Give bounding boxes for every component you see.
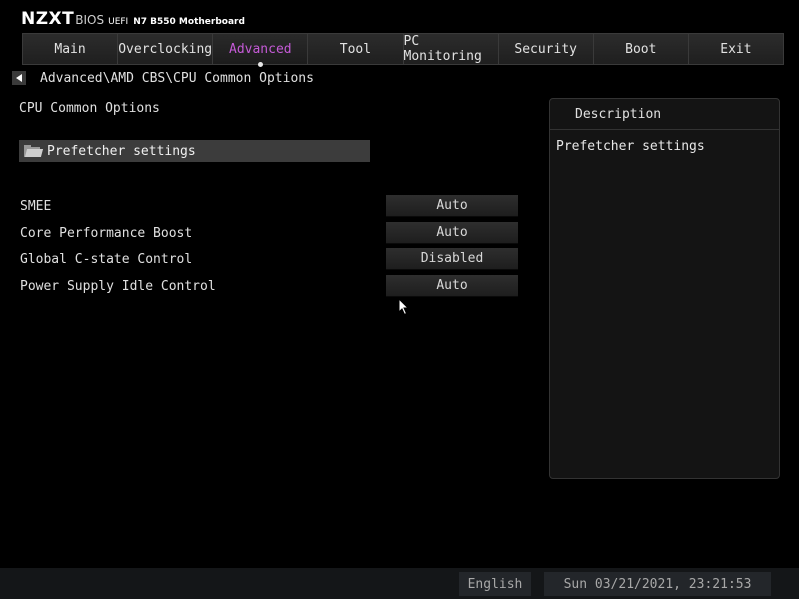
back-button[interactable] [12, 71, 26, 85]
status-bar: English Sun 03/21/2021, 23:21:53 [0, 568, 799, 599]
tab-pc-monitoring[interactable]: PC Monitoring [403, 34, 499, 64]
uefi-label: UEFI [108, 17, 129, 27]
language-selector[interactable]: English [459, 572, 531, 596]
folder-icon [24, 145, 44, 157]
model-name: N7 B550 Motherboard [133, 17, 245, 27]
description-text: Prefetcher settings [556, 139, 705, 154]
breadcrumb: Advanced\AMD CBS\CPU Common Options [12, 70, 314, 86]
setting-label: SMEE [20, 198, 52, 214]
setting-label: Power Supply Idle Control [20, 278, 216, 294]
main-tab-bar: Main Overclocking Advanced Tool PC Monit… [22, 33, 784, 67]
tab-overclocking[interactable]: Overclocking [118, 34, 214, 64]
breadcrumb-path: Advanced\AMD CBS\CPU Common Options [40, 70, 314, 86]
brand-logo: NZXT [21, 9, 75, 29]
submenu-label: Prefetcher settings [47, 143, 196, 159]
description-panel: Description Prefetcher settings [549, 98, 780, 479]
setting-value-button[interactable]: Auto [386, 275, 518, 297]
description-title: Description [550, 99, 779, 130]
setting-value-button[interactable]: Auto [386, 195, 518, 217]
tab-tool[interactable]: Tool [308, 34, 404, 64]
bios-logo: NZXT BIOS UEFI N7 B550 Motherboard [21, 9, 245, 29]
tab-advanced[interactable]: Advanced [213, 34, 309, 67]
tab-boot[interactable]: Boot [593, 34, 689, 64]
bios-label: BIOS [75, 13, 105, 27]
tab-main[interactable]: Main [23, 34, 119, 64]
setting-value-button[interactable]: Auto [386, 222, 518, 244]
setting-value-button[interactable]: Disabled [386, 248, 518, 270]
setting-row-global-c-state-control: Global C-state Control Disabled [20, 248, 520, 270]
setting-row-core-performance-boost: Core Performance Boost Auto [20, 222, 520, 244]
datetime-display[interactable]: Sun 03/21/2021, 23:21:53 [544, 572, 771, 596]
mouse-cursor-icon [398, 298, 410, 316]
page-title: CPU Common Options [19, 101, 160, 116]
setting-label: Core Performance Boost [20, 225, 193, 241]
back-arrow-icon [16, 74, 22, 82]
tab-security[interactable]: Security [498, 34, 594, 64]
submenu-prefetcher-settings[interactable]: Prefetcher settings [19, 140, 370, 162]
setting-label: Global C-state Control [20, 251, 193, 267]
bios-screen: NZXT BIOS UEFI N7 B550 Motherboard Main … [0, 0, 799, 599]
tab-exit[interactable]: Exit [688, 34, 784, 64]
setting-row-power-supply-idle-control: Power Supply Idle Control Auto [20, 275, 520, 297]
setting-row-smee: SMEE Auto [20, 195, 520, 217]
